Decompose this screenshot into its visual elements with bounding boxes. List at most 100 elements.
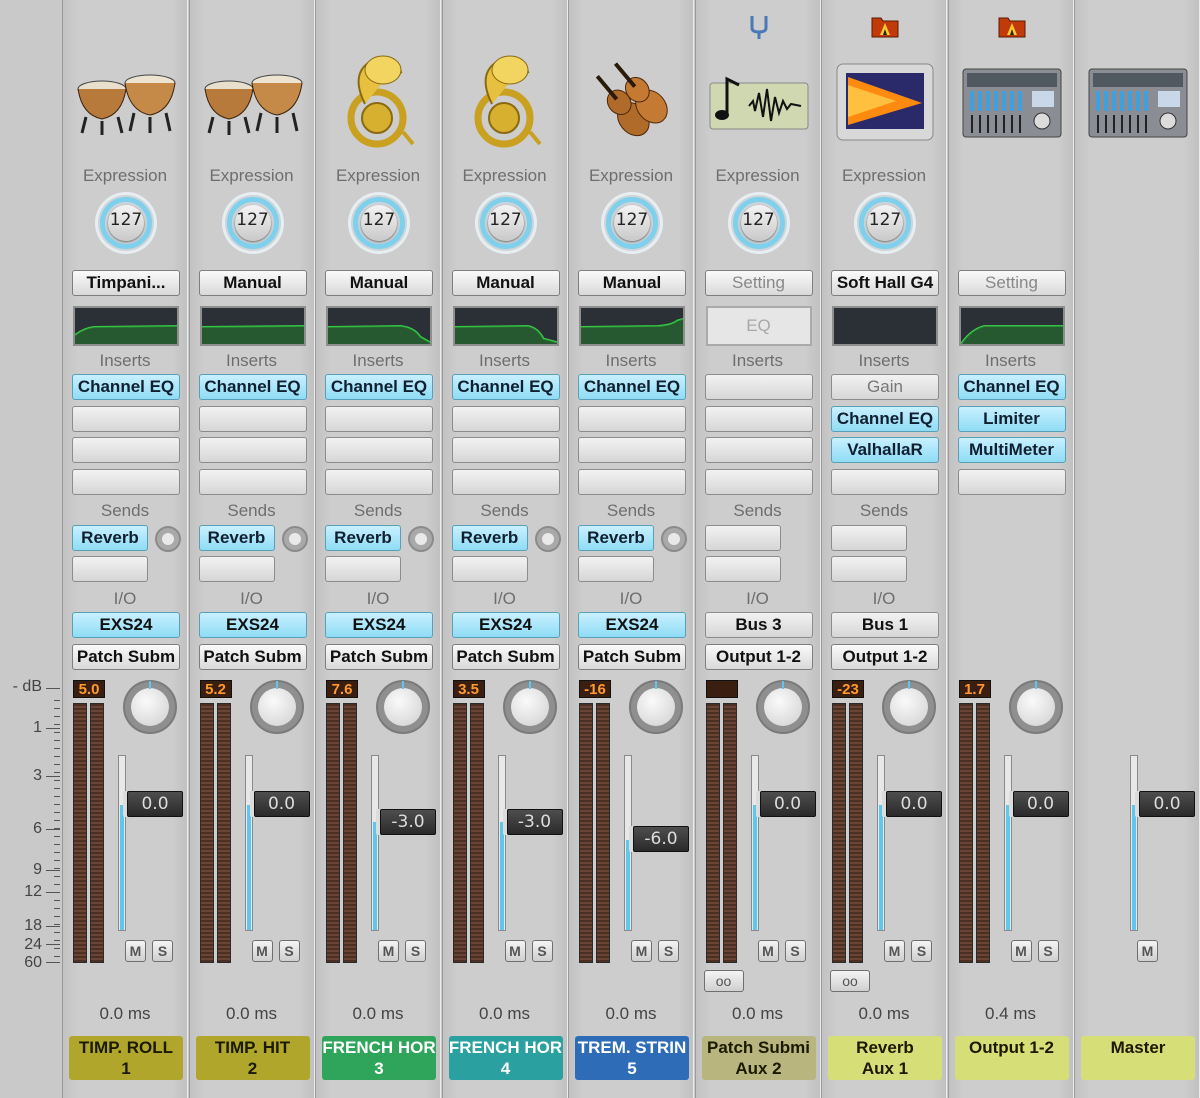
peak-display[interactable]: 5.0 <box>73 680 105 698</box>
peak-display[interactable]: 5.2 <box>199 680 232 698</box>
fader-cap[interactable]: -3.0 <box>506 808 563 835</box>
peak-display[interactable]: -16 <box>579 680 611 698</box>
send-level-knob[interactable] <box>534 526 561 552</box>
insert-slot[interactable] <box>198 405 307 432</box>
fader-cap[interactable]: 0.0 <box>127 791 183 818</box>
eq-thumbnail[interactable] <box>958 306 1065 346</box>
eq-thumbnail[interactable] <box>199 306 306 346</box>
send-level-knob[interactable] <box>155 526 181 552</box>
expression-knob[interactable]: 127 <box>348 192 410 254</box>
insert-slot[interactable] <box>578 437 686 463</box>
pan-knob[interactable] <box>755 680 810 734</box>
send-slot[interactable] <box>704 525 781 551</box>
insert-slot[interactable] <box>704 468 813 495</box>
fader-track[interactable] <box>1003 755 1012 931</box>
input-slot[interactable]: EXS24 <box>325 612 433 638</box>
insert-slot[interactable] <box>198 437 307 463</box>
folder-icon[interactable] <box>998 14 1026 38</box>
setting-button[interactable]: Setting <box>957 270 1066 296</box>
mute-button[interactable]: M <box>504 940 526 962</box>
channel-name[interactable]: Reverb Aux 1 <box>828 1036 942 1080</box>
insert-slot[interactable] <box>72 405 180 432</box>
pan-knob[interactable] <box>629 680 683 734</box>
insert-slot[interactable] <box>325 437 433 463</box>
output-slot[interactable]: Patch Subm <box>72 644 180 670</box>
output-slot[interactable]: Patch Subm <box>198 644 307 670</box>
channel-name[interactable]: Output 1-2 <box>954 1036 1069 1080</box>
setting-button[interactable]: Soft Hall G4 <box>831 270 939 296</box>
mute-button[interactable]: M <box>631 940 652 962</box>
insert-slot[interactable] <box>704 374 813 400</box>
fader-track[interactable] <box>118 755 126 931</box>
fader-track[interactable] <box>1130 755 1138 931</box>
output-slot[interactable]: Patch Subm <box>325 644 433 670</box>
send-slot[interactable] <box>831 525 907 551</box>
mute-button[interactable]: M <box>1010 940 1032 962</box>
eq-thumbnail[interactable] <box>832 306 938 346</box>
insert-slot[interactable]: Channel EQ <box>72 374 180 400</box>
fader-track[interactable] <box>877 755 885 931</box>
violin-icon[interactable] <box>577 52 687 152</box>
insert-slot[interactable] <box>72 437 180 463</box>
channel-name[interactable]: FRENCH HOR 4 <box>448 1036 563 1080</box>
mixing-console-icon[interactable] <box>957 52 1067 152</box>
insert-slot[interactable]: Channel EQ <box>198 374 307 400</box>
insert-slot[interactable] <box>957 468 1066 495</box>
fader-cap[interactable]: -6.0 <box>633 826 689 853</box>
output-slot[interactable]: Patch Subm <box>578 644 686 670</box>
fader-track[interactable] <box>244 755 253 931</box>
folder-icon[interactable] <box>871 14 899 38</box>
expression-knob[interactable]: 127 <box>854 192 916 254</box>
solo-button[interactable]: S <box>152 940 173 962</box>
insert-slot[interactable]: Limiter <box>957 405 1066 432</box>
insert-slot[interactable]: Channel EQ <box>578 374 686 400</box>
space-designer-icon[interactable] <box>830 52 940 152</box>
insert-slot[interactable]: ValhallaR <box>831 437 939 463</box>
send-level-knob[interactable] <box>408 526 434 552</box>
mute-button[interactable]: M <box>125 940 146 962</box>
fader-track[interactable] <box>750 755 759 931</box>
peak-display[interactable]: 3.5 <box>452 680 485 698</box>
french-horn-icon[interactable] <box>451 52 561 152</box>
fader-cap[interactable]: 0.0 <box>1139 791 1195 818</box>
input-slot[interactable]: EXS24 <box>578 612 686 638</box>
setting-button[interactable]: Timpani... <box>72 270 180 296</box>
send-slot[interactable] <box>72 556 148 582</box>
input-slot[interactable]: EXS24 <box>451 612 560 638</box>
peak-display[interactable]: 1.7 <box>958 680 991 698</box>
insert-slot[interactable] <box>325 468 433 495</box>
setting-button[interactable]: Manual <box>325 270 433 296</box>
peak-display[interactable] <box>705 680 738 698</box>
channel-name[interactable]: TREM. STRIN 5 <box>575 1036 689 1080</box>
channel-name[interactable]: TIMP. HIT 2 <box>195 1036 310 1080</box>
setting-button[interactable]: Setting <box>704 270 813 296</box>
send-slot[interactable] <box>198 556 275 582</box>
insert-slot[interactable] <box>72 468 180 495</box>
peak-display[interactable]: -23 <box>832 680 864 698</box>
pan-knob[interactable] <box>249 680 304 734</box>
setting-button[interactable]: Manual <box>578 270 686 296</box>
fader-cap[interactable]: 0.0 <box>253 791 310 818</box>
timpani-icon[interactable] <box>71 52 181 152</box>
timpani-icon[interactable] <box>198 52 308 152</box>
insert-slot[interactable] <box>325 405 433 432</box>
insert-slot[interactable]: Gain <box>831 374 939 400</box>
fader-cap[interactable]: -3.0 <box>380 808 436 835</box>
send-slot[interactable] <box>325 556 401 582</box>
mixing-console-icon[interactable] <box>1083 52 1193 152</box>
insert-slot[interactable] <box>451 437 560 463</box>
solo-button[interactable]: S <box>278 940 300 962</box>
pan-knob[interactable] <box>882 680 936 734</box>
insert-slot[interactable]: Channel EQ <box>325 374 433 400</box>
insert-slot[interactable] <box>578 405 686 432</box>
insert-slot[interactable]: Channel EQ <box>957 374 1066 400</box>
eq-thumbnail[interactable]: EQ <box>705 306 812 346</box>
fader-cap[interactable]: 0.0 <box>886 791 942 818</box>
send-slot[interactable]: Reverb <box>198 525 275 551</box>
expression-knob[interactable]: 127 <box>95 192 157 254</box>
expression-knob[interactable]: 127 <box>474 192 537 254</box>
solo-button[interactable]: S <box>911 940 932 962</box>
send-slot[interactable]: Reverb <box>325 525 401 551</box>
eq-thumbnail[interactable] <box>452 306 559 346</box>
input-slot[interactable]: EXS24 <box>72 612 180 638</box>
